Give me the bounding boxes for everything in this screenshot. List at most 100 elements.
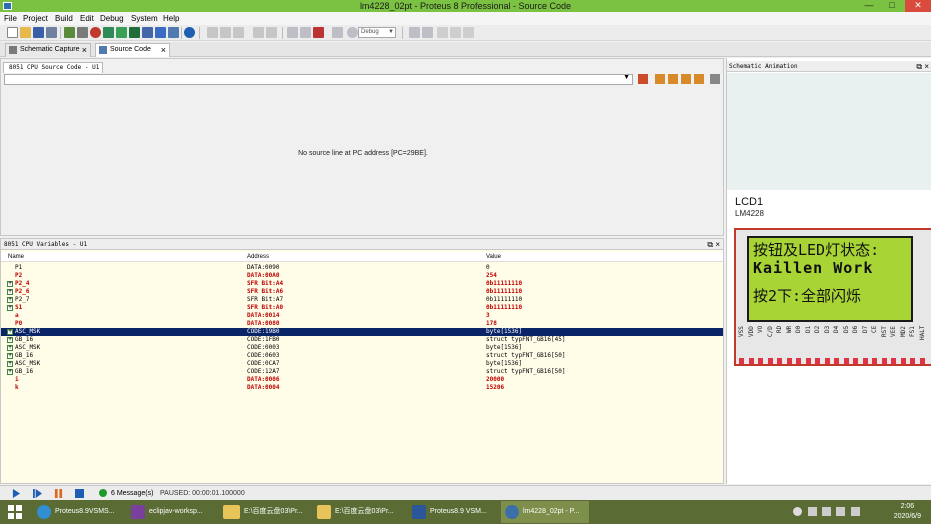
close-icon[interactable]: × bbox=[924, 62, 929, 71]
bookmark-icon[interactable] bbox=[437, 27, 448, 38]
build-config-select[interactable]: Debug ▼ bbox=[358, 27, 396, 38]
maximize-button[interactable]: □ bbox=[881, 0, 903, 12]
lcd-pin-terminal[interactable] bbox=[872, 358, 877, 364]
close-button[interactable]: ✕ bbox=[905, 0, 931, 12]
paste-icon[interactable] bbox=[253, 27, 264, 38]
source-file-select[interactable]: ▼ bbox=[4, 74, 633, 85]
variable-row[interactable]: i DATA:0006 20000 bbox=[1, 376, 723, 384]
column-header-address[interactable]: Address bbox=[247, 252, 269, 262]
variable-row[interactable]: + GB_16 CODE:12A7 struct typFNT_GB16[50] bbox=[1, 368, 723, 376]
lcd-pin-terminal[interactable] bbox=[767, 358, 773, 364]
variable-row[interactable]: P1 DATA:0090 0 bbox=[1, 264, 723, 272]
variable-row[interactable]: + GB_16 CODE:0603 struct typFNT_GB16[50] bbox=[1, 352, 723, 360]
lcd-pin-terminal[interactable] bbox=[748, 358, 754, 364]
lcd-pin-terminal[interactable] bbox=[853, 358, 858, 364]
source-code-icon[interactable] bbox=[168, 27, 179, 38]
menu-edit[interactable]: Edit bbox=[80, 13, 94, 24]
start-button[interactable] bbox=[8, 505, 22, 519]
rebuild-icon[interactable] bbox=[300, 27, 311, 38]
variable-row[interactable]: + ASC_MSK CODE:0CA7 byte[1536] bbox=[1, 360, 723, 368]
message-status-icon[interactable] bbox=[99, 489, 107, 497]
clean-icon[interactable] bbox=[313, 27, 324, 38]
lcd-pin-terminal[interactable] bbox=[891, 358, 896, 364]
expand-icon[interactable]: + bbox=[7, 305, 13, 311]
lcd-pin-terminal[interactable] bbox=[862, 358, 868, 364]
column-header-name[interactable]: Name bbox=[8, 252, 24, 262]
gear-icon[interactable] bbox=[347, 27, 358, 38]
menu-help[interactable]: Help bbox=[163, 13, 179, 24]
variable-row[interactable]: P0 DATA:0080 178 bbox=[1, 320, 723, 328]
delete-icon[interactable] bbox=[220, 27, 231, 38]
design-explorer-icon[interactable] bbox=[142, 27, 153, 38]
battery-icon[interactable] bbox=[836, 507, 845, 516]
home-icon[interactable] bbox=[64, 27, 75, 38]
menu-build[interactable]: Build bbox=[55, 13, 73, 24]
expand-icon[interactable]: + bbox=[7, 281, 13, 287]
step-out-icon[interactable] bbox=[681, 74, 691, 84]
play-icon[interactable] bbox=[12, 489, 21, 498]
variable-row[interactable]: + P2_7 SFR Bit:A7 0b11111110 bbox=[1, 296, 723, 304]
variable-row[interactable]: + ASC_MSK CODE:0003 byte[1536] bbox=[1, 344, 723, 352]
expand-icon[interactable]: + bbox=[7, 297, 13, 303]
lcd-pin-terminal[interactable] bbox=[881, 358, 887, 364]
pause-icon[interactable] bbox=[54, 489, 63, 498]
minimize-button[interactable]: — bbox=[858, 0, 880, 12]
replace-icon[interactable] bbox=[422, 27, 433, 38]
expand-icon[interactable]: + bbox=[7, 337, 13, 343]
network-icon[interactable] bbox=[808, 507, 817, 516]
indent-icon[interactable] bbox=[450, 27, 461, 38]
pcb-layout-icon[interactable] bbox=[103, 27, 114, 38]
source-code-window-tab[interactable]: 8051 CPU Source Code - U1 bbox=[3, 62, 103, 73]
animation-canvas[interactable] bbox=[727, 73, 931, 190]
taskbar-item[interactable]: Proteus8.9VSMS... bbox=[33, 501, 121, 523]
lcd-pin-terminal[interactable] bbox=[805, 358, 811, 364]
save-all-icon[interactable] bbox=[46, 27, 57, 38]
taskbar-item[interactable]: E:\百度云盘03\Pr... bbox=[222, 501, 308, 523]
lcd-pin-terminal[interactable] bbox=[824, 358, 830, 364]
schematic-icon[interactable] bbox=[77, 27, 88, 38]
save-icon[interactable] bbox=[33, 27, 44, 38]
message-count[interactable]: 6 Message(s) bbox=[111, 489, 153, 498]
menu-file[interactable]: File bbox=[4, 13, 17, 24]
variable-row[interactable]: a DATA:0014 3 bbox=[1, 312, 723, 320]
variable-row[interactable]: + S1 SFR Bit:A0 0b11111110 bbox=[1, 304, 723, 312]
step-into-icon[interactable] bbox=[668, 74, 678, 84]
menu-debug[interactable]: Debug bbox=[100, 13, 124, 24]
taskbar-item[interactable]: E:\百度云盘03\Pr... bbox=[313, 501, 399, 523]
tab-source-code[interactable]: Source Code × bbox=[95, 43, 170, 57]
variable-row[interactable]: + ASC_MSK CODE:19B0 byte[1536] bbox=[1, 328, 723, 336]
lcd-pin-terminal[interactable] bbox=[777, 358, 782, 364]
close-icon[interactable]: × bbox=[82, 44, 87, 56]
gerber-icon[interactable] bbox=[129, 27, 140, 38]
menu-system[interactable]: System bbox=[131, 13, 158, 24]
source-options-icon[interactable] bbox=[710, 74, 720, 84]
cut-icon[interactable] bbox=[207, 27, 218, 38]
lcd-pin-terminal[interactable] bbox=[834, 358, 839, 364]
volume-icon[interactable] bbox=[822, 507, 831, 516]
open-folder-icon[interactable] bbox=[20, 27, 31, 38]
lcd-pin-terminal[interactable] bbox=[843, 358, 849, 364]
project-settings-icon[interactable] bbox=[332, 27, 343, 38]
lcd-pin-terminal[interactable] bbox=[815, 358, 820, 364]
expand-icon[interactable]: + bbox=[7, 289, 13, 295]
3d-viewer-icon[interactable] bbox=[116, 27, 127, 38]
lcd-pin-terminal[interactable] bbox=[796, 358, 801, 364]
taskbar-item[interactable]: Proteus8.9 VSM... bbox=[408, 501, 494, 523]
help-icon[interactable] bbox=[184, 27, 195, 38]
lcd-pin-terminal[interactable] bbox=[919, 358, 925, 364]
expand-icon[interactable]: + bbox=[7, 361, 13, 367]
lcd-pin-terminal[interactable] bbox=[739, 358, 744, 364]
find-icon[interactable] bbox=[409, 27, 420, 38]
variable-row[interactable]: k DATA:0004 15206 bbox=[1, 384, 723, 392]
expand-icon[interactable]: + bbox=[7, 345, 13, 351]
tab-schematic-capture[interactable]: Schematic Capture × bbox=[5, 43, 91, 57]
copy-icon[interactable] bbox=[233, 27, 244, 38]
menu-project[interactable]: Project bbox=[23, 13, 48, 24]
expand-icon[interactable]: + bbox=[7, 329, 13, 335]
lcd-pin-terminal[interactable] bbox=[758, 358, 763, 364]
restore-icon[interactable]: ⧉ bbox=[916, 62, 922, 71]
new-file-icon[interactable] bbox=[7, 27, 18, 38]
variable-row[interactable]: P2 DATA:00A0 254 bbox=[1, 272, 723, 280]
toggle-breakpoint-icon[interactable] bbox=[638, 74, 648, 84]
expand-icon[interactable]: + bbox=[7, 369, 13, 375]
